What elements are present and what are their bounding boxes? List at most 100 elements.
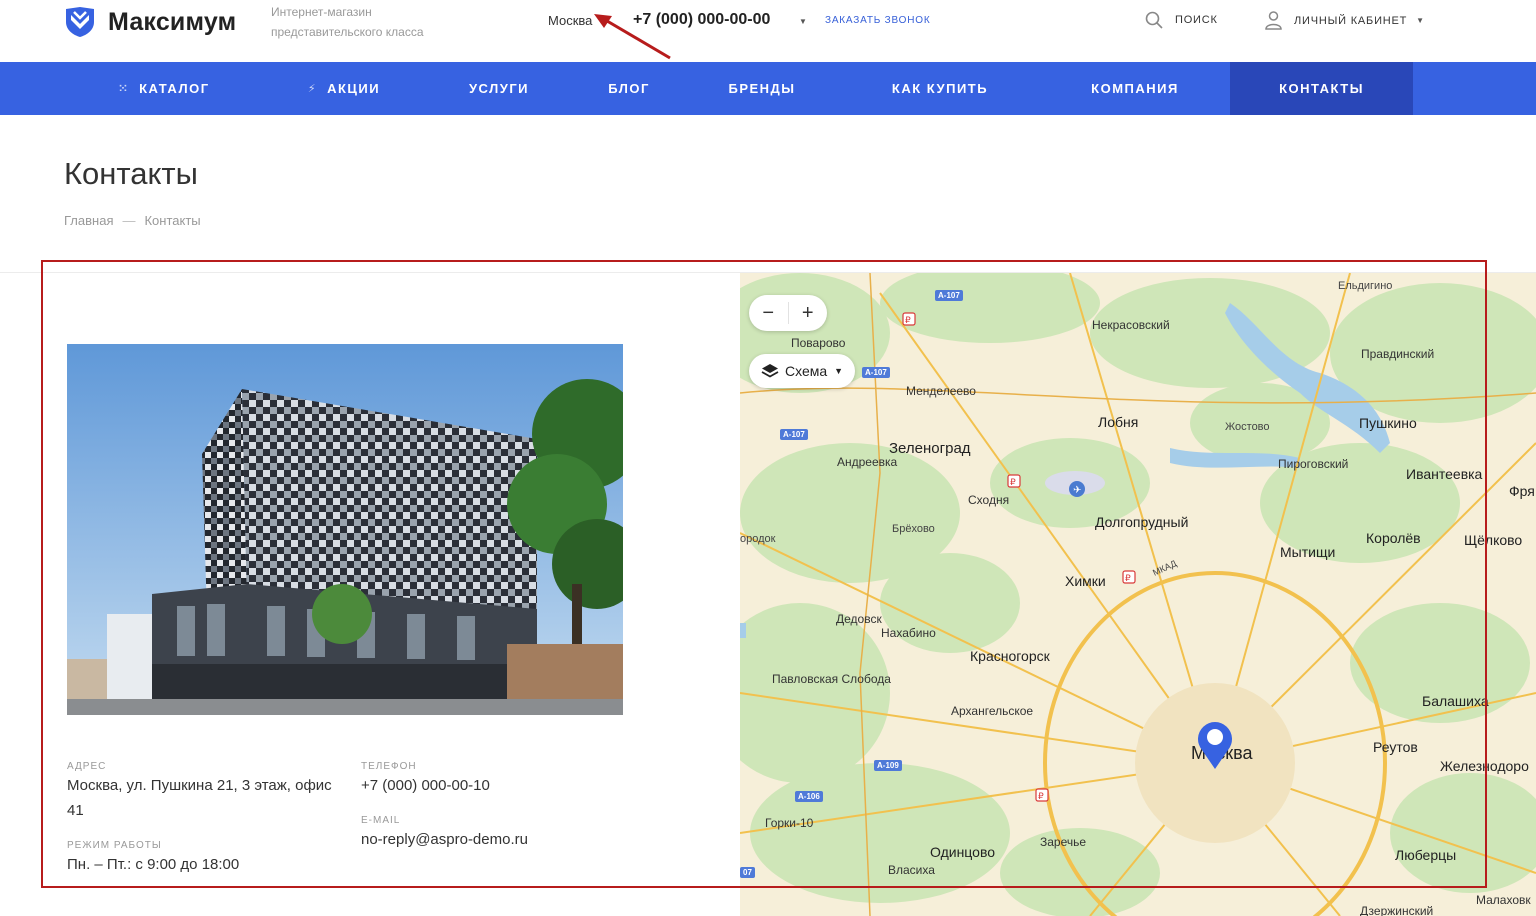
map-place-label: Щёлково: [1464, 532, 1523, 548]
road-badge: A-107: [780, 429, 808, 440]
nav-item-label: КАК КУПИТЬ: [891, 81, 989, 96]
address-label: АДРЕС: [67, 761, 107, 772]
contacts-map[interactable]: ✈ ₽ ₽ ₽ ₽ A-107 A-107 A-107 A-109 A-106 …: [740, 273, 1536, 916]
map-place-label: Зеленоград: [889, 440, 971, 457]
city-selector[interactable]: Москва: [548, 13, 592, 28]
lightning-icon: ⚡: [307, 83, 318, 95]
phone-label: ТЕЛЕФОН: [361, 761, 417, 772]
map-place-label: Люберцы: [1395, 847, 1457, 863]
email-value[interactable]: no-reply@aspro-demo.ru: [361, 827, 528, 852]
road-badge: A-109: [874, 760, 902, 771]
map-place-label: Жостово: [1225, 421, 1270, 433]
chevron-down-icon: ▼: [834, 366, 844, 376]
map-place-label: Горки-10: [765, 816, 814, 830]
logo-text: Максимум: [108, 7, 237, 36]
map-place-label: Нахабино: [881, 626, 936, 640]
map-place-label: Павловская Слобода: [772, 672, 891, 686]
map-place-label: Андреевка: [837, 455, 898, 469]
svg-text:₽: ₽: [1038, 792, 1044, 802]
main-nav: ⁙ КАТАЛОГ ⚡ АКЦИИ УСЛУГИ БЛОГ БРЕНДЫ КАК…: [0, 62, 1536, 115]
nav-item-label: БРЕНДЫ: [728, 81, 796, 96]
map-place-label: Поварово: [791, 336, 846, 350]
map-place-label: Ельдигино: [1338, 280, 1393, 292]
breadcrumb-home[interactable]: Главная: [64, 213, 113, 228]
map-place-label: Железнодоро: [1440, 758, 1529, 774]
nav-item-brands[interactable]: БРЕНДЫ: [684, 62, 840, 115]
map-layer-label: Схема: [785, 363, 828, 379]
header-phone[interactable]: +7 (000) 000-00-00: [633, 11, 770, 29]
breadcrumb: Главная — Контакты: [64, 213, 201, 228]
nav-item-label: УСЛУГИ: [468, 81, 530, 96]
tagline: Интернет-магазин представительского клас…: [271, 5, 424, 39]
breadcrumb-current: Контакты: [144, 213, 201, 228]
map-place-label: Заречье: [1040, 835, 1087, 849]
zoom-out-button[interactable]: −: [749, 295, 788, 331]
shield-logo-icon: [66, 7, 94, 37]
search-icon: [1145, 11, 1163, 29]
nav-item-promotions[interactable]: ⚡ АКЦИИ: [264, 62, 424, 115]
grid-icon: ⁙: [118, 83, 130, 95]
nav-item-how-to-buy[interactable]: КАК КУПИТЬ: [840, 62, 1040, 115]
page-title: Контакты: [64, 156, 198, 191]
account-button[interactable]: ЛИЧНЫЙ КАБИНЕТ ▼: [1265, 11, 1424, 30]
search-label: ПОИСК: [1175, 14, 1218, 26]
road-badge: 07: [740, 867, 755, 878]
road-badge: A-107: [935, 290, 963, 301]
svg-text:₽: ₽: [1010, 478, 1016, 488]
map-place-label: Химки: [1065, 573, 1106, 589]
map-place-label: Одинцово: [930, 844, 996, 860]
map-place-label: Сходня: [968, 493, 1010, 507]
phone-value[interactable]: +7 (000) 000-00-10: [361, 773, 490, 798]
search-button[interactable]: ПОИСК: [1145, 11, 1218, 29]
map-place-label: Фря: [1509, 483, 1535, 499]
zoom-in-button[interactable]: +: [788, 295, 827, 331]
svg-text:✈: ✈: [1073, 485, 1081, 496]
nav-item-catalog[interactable]: ⁙ КАТАЛОГ: [64, 62, 264, 115]
map-place-label: Архангельское: [951, 704, 1034, 718]
nav-item-company[interactable]: КОМПАНИЯ: [1040, 62, 1230, 115]
chevron-down-icon: ▼: [1416, 16, 1425, 25]
chevron-down-icon[interactable]: ▼: [799, 17, 807, 26]
map-place-label: Дзержинский: [1360, 904, 1434, 916]
map-layer-selector[interactable]: Схема ▼: [749, 354, 855, 388]
map-pin-icon[interactable]: [1194, 718, 1236, 775]
map-place-label: Правдинский: [1361, 347, 1435, 361]
nav-item-blog[interactable]: БЛОГ: [574, 62, 684, 115]
site-header: Максимум Интернет-магазин представительс…: [0, 0, 1536, 62]
nav-item-contacts[interactable]: КОНТАКТЫ: [1230, 62, 1413, 115]
map-place-label: Мытищи: [1280, 544, 1336, 560]
map-place-label: Пушкино: [1359, 415, 1417, 431]
address-value: Москва, ул. Пушкина 21, 3 этаж, офис 41: [67, 777, 332, 819]
map-place-label: ородок: [740, 533, 776, 545]
map-place-label: Реутов: [1373, 739, 1418, 755]
user-icon: [1265, 11, 1282, 30]
nav-item-label: КАТАЛОГ: [139, 81, 210, 96]
email-label: E-MAIL: [361, 815, 401, 826]
svg-text:₽: ₽: [905, 316, 911, 326]
map-place-label: Балашиха: [1422, 693, 1489, 709]
map-place-label: Пироговский: [1278, 457, 1349, 471]
map-tiles: ✈ ₽ ₽ ₽ ₽: [740, 273, 1536, 916]
account-label: ЛИЧНЫЙ КАБИНЕТ: [1294, 14, 1408, 27]
map-place-label: Малаховк: [1476, 893, 1531, 907]
map-place-label: Дедовск: [836, 612, 882, 626]
hours-label: РЕЖИМ РАБОТЫ: [67, 840, 162, 851]
map-place-label: Долгопрудный: [1095, 514, 1189, 530]
logo[interactable]: Максимум: [64, 6, 236, 38]
map-place-label: Ивантеевка: [1406, 466, 1483, 482]
hours-value: Пн. – Пт.: с 9:00 до 18:00: [67, 856, 240, 873]
road-badge: A-107: [862, 367, 890, 378]
nav-item-label: БЛОГ: [608, 81, 650, 96]
nav-item-services[interactable]: УСЛУГИ: [424, 62, 574, 115]
map-place-label: Власиха: [888, 863, 935, 877]
road-badge: A-106: [795, 791, 823, 802]
map-zoom-control: − +: [749, 295, 827, 331]
callback-link[interactable]: ЗАКАЗАТЬ ЗВОНОК: [825, 15, 930, 26]
map-place-label: Некрасовский: [1092, 318, 1170, 332]
map-place-label: Брёхово: [892, 523, 935, 535]
office-building-photo: [67, 344, 623, 715]
breadcrumb-separator: —: [122, 213, 136, 228]
map-place-label: Менделеево: [906, 384, 976, 398]
nav-item-label: КОНТАКТЫ: [1279, 81, 1364, 96]
nav-item-label: КОМПАНИЯ: [1091, 81, 1179, 96]
